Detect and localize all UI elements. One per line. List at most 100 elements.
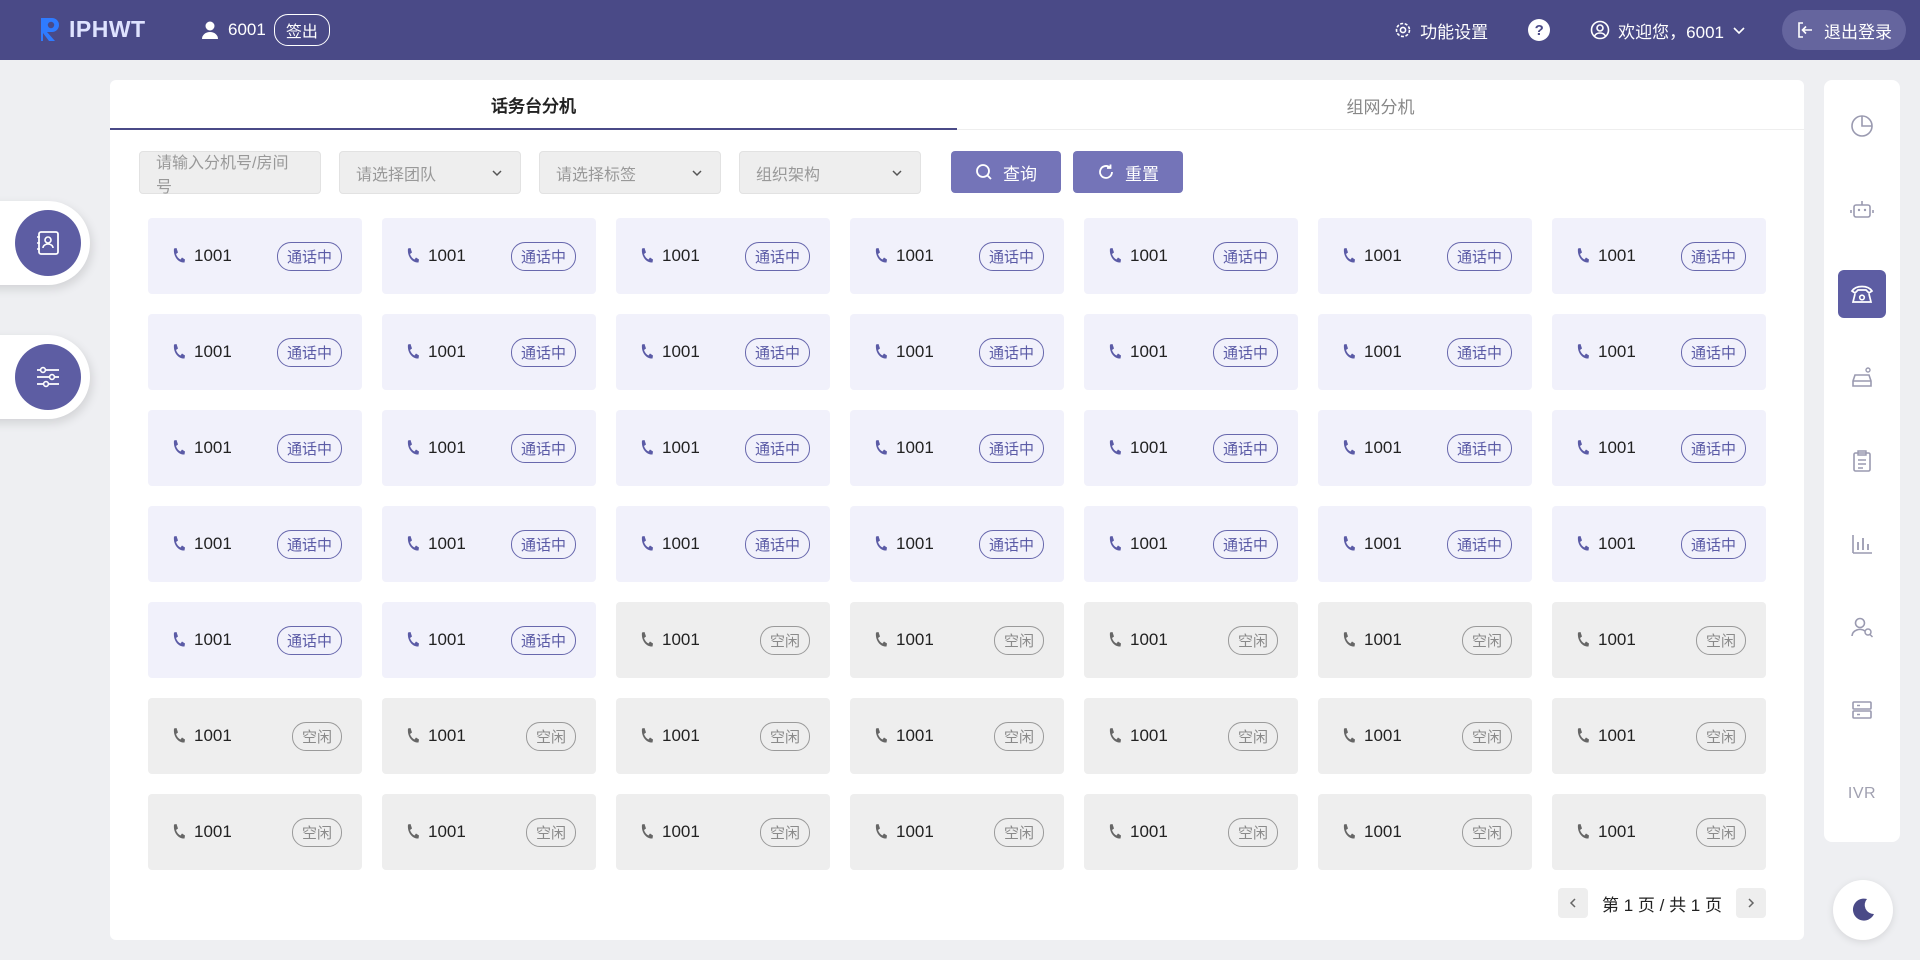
logo-text: IPHWT — [69, 15, 146, 42]
sidebar-item-users[interactable] — [1838, 603, 1886, 651]
extension-card[interactable]: 1001 通话中 — [850, 218, 1064, 294]
extension-card[interactable]: 1001 通话中 — [1084, 410, 1298, 486]
extension-info: 1001 — [638, 342, 700, 362]
extension-card[interactable]: 1001 通话中 — [1552, 314, 1766, 390]
phone-icon — [1343, 536, 1355, 551]
extension-number: 1001 — [896, 630, 934, 649]
extension-card[interactable]: 1001 通话中 — [382, 218, 596, 294]
extension-number: 1001 — [662, 822, 700, 841]
extension-card[interactable]: 1001 空闲 — [1084, 602, 1298, 678]
extension-card[interactable]: 1001 通话中 — [1084, 218, 1298, 294]
extension-card[interactable]: 1001 通话中 — [1552, 410, 1766, 486]
reset-button[interactable]: 重置 — [1073, 151, 1183, 193]
settings-button[interactable]: 功能设置 — [1394, 18, 1488, 43]
extension-card[interactable]: 1001 空闲 — [1318, 794, 1532, 870]
sidebar-item-statistics[interactable] — [1838, 102, 1886, 150]
logout-button[interactable]: 退出登录 — [1782, 10, 1906, 50]
extension-card[interactable]: 1001 空闲 — [1552, 794, 1766, 870]
user-menu[interactable]: 欢迎您，6001 — [1590, 18, 1746, 43]
extension-card[interactable]: 1001 通话中 — [148, 602, 362, 678]
extension-card[interactable]: 1001 通话中 — [616, 314, 830, 390]
extension-card[interactable]: 1001 空闲 — [616, 602, 830, 678]
help-button[interactable]: ? — [1528, 19, 1551, 41]
extension-card[interactable]: 1001 通话中 — [382, 506, 596, 582]
extension-info: 1001 — [170, 726, 232, 746]
filters-float-button[interactable] — [0, 335, 90, 419]
sidebar-item-robot[interactable] — [1838, 185, 1886, 233]
extension-card[interactable]: 1001 空闲 — [850, 794, 1064, 870]
extension-card[interactable]: 1001 通话中 — [1084, 506, 1298, 582]
extension-info: 1001 — [1106, 246, 1168, 266]
phone-icon — [1343, 344, 1355, 359]
tab-network-extensions[interactable]: 组网分机 — [957, 80, 1804, 130]
extension-card[interactable]: 1001 通话中 — [148, 314, 362, 390]
extension-card[interactable]: 1001 通话中 — [616, 410, 830, 486]
query-button[interactable]: 查询 — [951, 151, 1061, 193]
extension-card[interactable]: 1001 通话中 — [148, 218, 362, 294]
prev-page-button[interactable] — [1558, 888, 1589, 918]
logout-label: 退出登录 — [1824, 22, 1892, 42]
extension-card[interactable]: 1001 通话中 — [1318, 506, 1532, 582]
extension-card[interactable]: 1001 通话中 — [850, 314, 1064, 390]
extension-info: 1001 — [170, 534, 232, 554]
extension-card[interactable]: 1001 空闲 — [148, 698, 362, 774]
signout-button[interactable]: 签出 — [273, 14, 330, 46]
extension-info: 1001 — [1106, 534, 1168, 554]
extension-card[interactable]: 1001 空闲 — [1552, 698, 1766, 774]
extension-card[interactable]: 1001 通话中 — [148, 506, 362, 582]
extension-card[interactable]: 1001 空闲 — [1318, 602, 1532, 678]
extension-card[interactable]: 1001 通话中 — [1552, 218, 1766, 294]
sidebar-item-servers[interactable] — [1838, 686, 1886, 734]
extension-card[interactable]: 1001 通话中 — [1084, 314, 1298, 390]
sidebar-item-reports[interactable] — [1838, 520, 1886, 568]
extension-info: 1001 — [404, 726, 466, 746]
sidebar-item-operator[interactable] — [1838, 270, 1886, 318]
gear-icon — [1395, 22, 1411, 38]
extension-card[interactable]: 1001 空闲 — [616, 794, 830, 870]
status-badge: 通话中 — [978, 241, 1044, 271]
extension-card[interactable]: 1001 通话中 — [382, 602, 596, 678]
extension-card[interactable]: 1001 通话中 — [1318, 218, 1532, 294]
extension-card[interactable]: 1001 空闲 — [382, 794, 596, 870]
extension-card[interactable]: 1001 空闲 — [1552, 602, 1766, 678]
sidebar-item-tasks[interactable] — [1838, 437, 1886, 485]
extension-card[interactable]: 1001 通话中 — [1552, 506, 1766, 582]
extension-card[interactable]: 1001 通话中 — [1318, 314, 1532, 390]
tab-operator-extensions[interactable]: 话务台分机 — [110, 80, 957, 130]
extension-card[interactable]: 1001 通话中 — [148, 410, 362, 486]
next-page-button[interactable] — [1736, 888, 1766, 918]
extension-search-input[interactable]: 请输入分机号/房间号 — [139, 151, 321, 196]
welcome-text: 欢迎您，6001 — [1618, 22, 1724, 42]
extension-card[interactable]: 1001 空闲 — [1084, 698, 1298, 774]
extension-card[interactable]: 1001 通话中 — [616, 218, 830, 294]
extension-card[interactable]: 1001 通话中 — [1318, 410, 1532, 486]
team-select[interactable]: 请选择团队 — [339, 151, 521, 194]
phone-icon — [1109, 344, 1121, 359]
extension-card[interactable]: 1001 空闲 — [1084, 794, 1298, 870]
sidebar-item-ivr[interactable]: IVR — [1838, 770, 1886, 818]
extension-card[interactable]: 1001 空闲 — [850, 602, 1064, 678]
extension-card[interactable]: 1001 通话中 — [616, 506, 830, 582]
extension-card[interactable]: 1001 通话中 — [382, 410, 596, 486]
contacts-float-button[interactable] — [0, 201, 90, 285]
extension-number: 1001 — [1130, 630, 1168, 649]
extension-card[interactable]: 1001 通话中 — [382, 314, 596, 390]
extension-card[interactable]: 1001 通话中 — [850, 506, 1064, 582]
org-select[interactable]: 组织架构 — [739, 151, 921, 194]
status-badge: 通话中 — [1212, 241, 1278, 271]
sidebar-item-car-service[interactable] — [1838, 354, 1886, 402]
extension-card[interactable]: 1001 空闲 — [148, 794, 362, 870]
tag-select[interactable]: 请选择标签 — [539, 151, 721, 194]
team-select-placeholder: 请选择团队 — [356, 166, 437, 184]
user-number: 6001 — [228, 20, 266, 39]
theme-toggle-button[interactable] — [1833, 880, 1893, 940]
status-badge: 通话中 — [510, 529, 576, 559]
user-circle-icon — [1590, 20, 1610, 40]
extension-card[interactable]: 1001 空闲 — [1318, 698, 1532, 774]
extension-card[interactable]: 1001 通话中 — [850, 410, 1064, 486]
extension-card[interactable]: 1001 空闲 — [616, 698, 830, 774]
extension-info: 1001 — [1340, 246, 1402, 266]
phone-icon — [407, 728, 419, 743]
extension-card[interactable]: 1001 空闲 — [382, 698, 596, 774]
extension-card[interactable]: 1001 空闲 — [850, 698, 1064, 774]
